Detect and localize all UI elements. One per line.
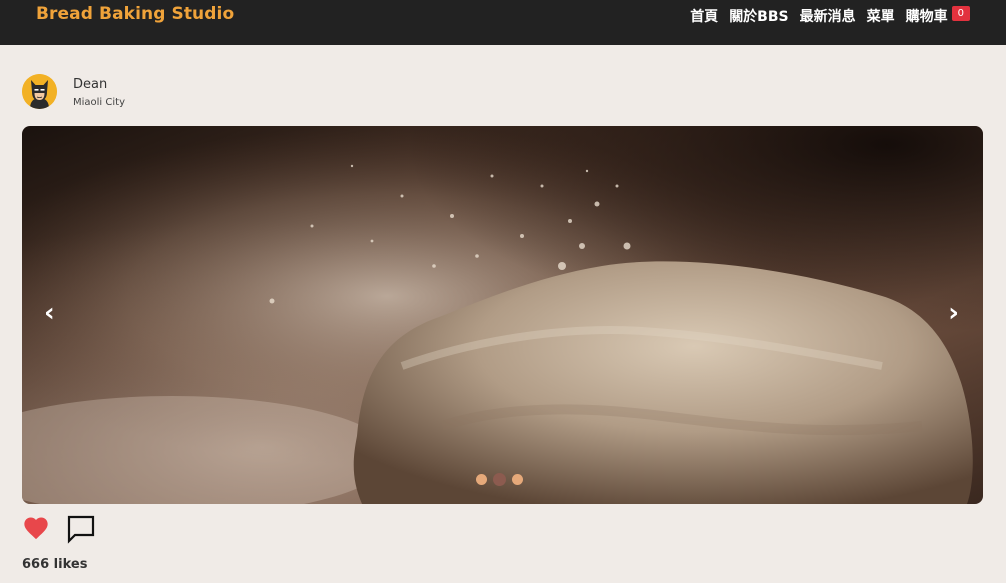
likes-count: 666 likes [22, 557, 88, 572]
nav-cart-label[interactable]: 購物車 [906, 6, 948, 26]
nav-menu[interactable]: 菜單 [867, 6, 895, 26]
brand-logo[interactable]: Bread Baking Studio [36, 4, 234, 24]
batman-avatar-icon [22, 74, 57, 109]
cart-count-badge: 0 [951, 6, 970, 21]
avatar[interactable] [22, 74, 57, 109]
flour-dough-photo [22, 126, 983, 504]
heart-icon [24, 517, 48, 540]
nav-links: 首頁 關於BBS 最新消息 菜單 購物車 0 [690, 6, 970, 26]
post-actions [22, 514, 96, 548]
like-button[interactable] [22, 514, 50, 548]
nav-home[interactable]: 首頁 [690, 6, 718, 26]
comment-button[interactable] [66, 514, 96, 548]
carousel-dot-3[interactable] [512, 474, 523, 485]
carousel-next-button[interactable]: › [948, 298, 959, 328]
image-carousel[interactable]: ‹ › [22, 126, 983, 504]
top-navbar: Bread Baking Studio 首頁 關於BBS 最新消息 菜單 購物車… [0, 0, 1006, 45]
user-location: Miaoli City [73, 97, 125, 108]
carousel-prev-button[interactable]: ‹ [44, 298, 55, 328]
nav-news[interactable]: 最新消息 [800, 6, 856, 26]
user-name[interactable]: Dean [73, 77, 107, 92]
comment-icon [67, 515, 95, 544]
nav-about[interactable]: 關於BBS [729, 6, 788, 26]
carousel-indicators [476, 473, 523, 486]
carousel-dot-1[interactable] [476, 474, 487, 485]
carousel-dot-2[interactable] [493, 473, 506, 486]
nav-cart[interactable]: 購物車 0 [906, 6, 970, 26]
